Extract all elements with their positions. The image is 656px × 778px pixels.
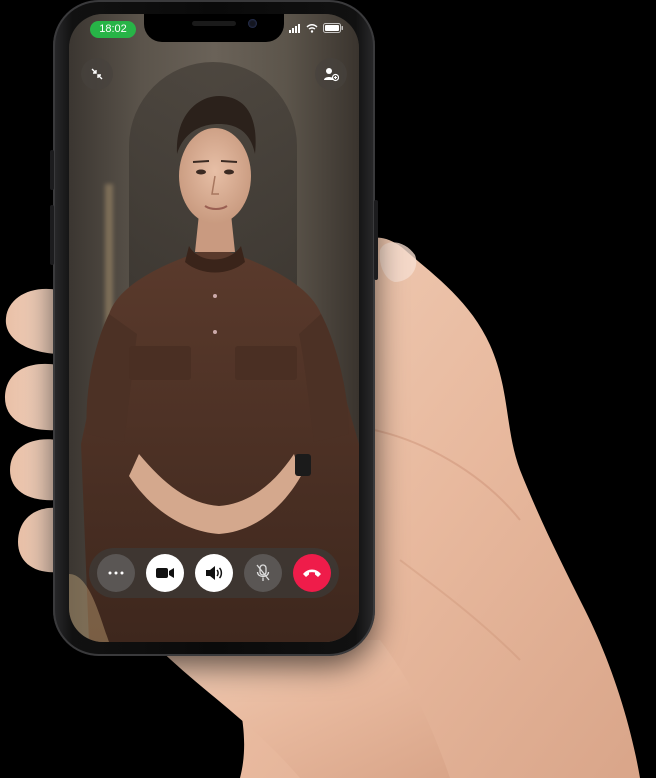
speaker-toggle-button[interactable] [195,554,233,592]
phone-side-button [50,150,54,190]
phone-notch [144,14,284,42]
phone-side-button [50,205,54,265]
phone-frame: 18:02 [50,0,378,656]
battery-icon [323,23,343,33]
cellular-signal-icon [289,23,300,33]
call-controls-bar [89,548,339,598]
more-options-button[interactable] [97,554,135,592]
minimize-arrows-icon [91,68,103,80]
end-call-icon [303,569,321,577]
phone-screen: 18:02 [69,14,359,642]
home-indicator [164,630,264,634]
status-icons [289,23,343,33]
status-bar: 18:02 [69,14,359,50]
earpiece-speaker [192,21,236,26]
call-timer-pill: 18:02 [90,21,136,38]
mute-toggle-button[interactable] [244,554,282,592]
add-participant-icon [324,68,339,82]
microphone-muted-icon [256,564,270,581]
video-camera-icon [156,568,174,578]
add-participant-button[interactable] [315,58,347,90]
ellipsis-icon [108,571,124,575]
phone-power-button [374,200,378,280]
minimize-call-button[interactable] [81,58,113,90]
speaker-icon [206,566,223,580]
wifi-icon [306,23,318,33]
end-call-button[interactable] [293,554,331,592]
camera-toggle-button[interactable] [146,554,184,592]
front-camera [248,19,257,28]
video-call-mockup: 18:02 [0,0,656,778]
